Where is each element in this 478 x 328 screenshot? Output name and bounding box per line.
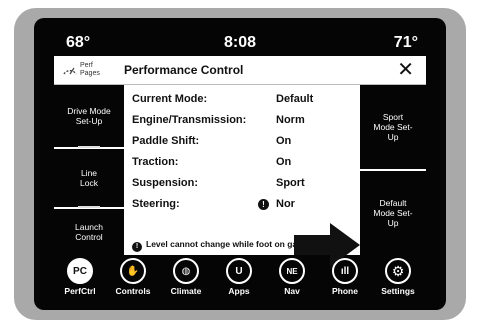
- nav-label: PerfCtrl: [64, 286, 96, 296]
- close-icon: ✕: [397, 59, 414, 81]
- sport-mode-setup-label: Sport Mode Set-Up: [373, 112, 413, 142]
- logo-line2: Pages: [80, 70, 100, 77]
- screen: 68° 8:08 71° Perf Pages Performance Cont…: [54, 28, 426, 300]
- clock: 8:08: [223, 34, 257, 51]
- nav-perfctrl[interactable]: PC PerfCtrl: [54, 258, 106, 296]
- drive-mode-setup-label: Drive Mode Set-Up: [67, 106, 111, 126]
- setting-value: Norm: [276, 114, 305, 126]
- display-frame: 68° 8:08 71° Perf Pages Performance Cont…: [14, 8, 466, 320]
- launch-control-button[interactable]: Launch Control: [54, 209, 124, 255]
- nav-label: Apps: [228, 286, 250, 296]
- warning-note-text: Level cannot change while foot on gas: [146, 239, 302, 249]
- button-indicator: [78, 146, 100, 148]
- nav-label: Nav: [284, 286, 300, 296]
- line-lock-button[interactable]: Line Lock: [54, 149, 124, 208]
- right-button-column: Sport Mode Set-Up Default Mode Set-Up: [360, 85, 426, 255]
- nav-climate[interactable]: ◍ Climate: [160, 258, 212, 296]
- page-title: Performance Control: [124, 63, 244, 77]
- setting-row-engine: Engine/Transmission: Norm: [132, 110, 360, 131]
- default-mode-setup-label: Default Mode Set-Up: [373, 198, 413, 228]
- setting-key: Steering:: [132, 198, 180, 210]
- gear-icon: ⚙: [385, 258, 411, 284]
- close-button[interactable]: ✕: [397, 58, 414, 82]
- warning-note: ! Level cannot change while foot on gas: [132, 239, 302, 252]
- setting-key: Traction:: [132, 156, 179, 168]
- temperature-right: 71°: [393, 34, 418, 51]
- warning-icon: !: [132, 242, 142, 252]
- display-bezel: 68° 8:08 71° Perf Pages Performance Cont…: [34, 18, 446, 310]
- phone-signal-icon: ıll: [332, 258, 358, 284]
- nav-settings[interactable]: ⚙ Settings: [372, 258, 424, 296]
- nav-apps[interactable]: U Apps: [213, 258, 265, 296]
- setting-value: Nor: [276, 198, 295, 210]
- bottom-nav: PC PerfCtrl ✋ Controls ◍ Climate U Apps …: [54, 258, 426, 300]
- setting-row-paddle-shift: Paddle Shift: On: [132, 131, 360, 152]
- setting-value: On: [276, 135, 292, 147]
- line-lock-label: Line Lock: [80, 168, 98, 188]
- default-mode-setup-button[interactable]: Default Mode Set-Up: [360, 171, 426, 255]
- nav-label: Controls: [115, 286, 151, 296]
- settings-list: Current Mode: Default Engine/Transmissio…: [132, 89, 360, 215]
- sport-mode-setup-button[interactable]: Sport Mode Set-Up: [360, 85, 426, 169]
- setting-key: Suspension:: [132, 177, 199, 189]
- button-indicator: [78, 206, 100, 208]
- setting-key: Engine/Transmission:: [132, 114, 247, 126]
- apps-icon: U: [226, 258, 252, 284]
- setting-key: Current Mode:: [132, 93, 208, 105]
- setting-row-steering: Steering: ! Nor: [132, 194, 360, 215]
- nav-label: Phone: [332, 286, 358, 296]
- left-button-column: Drive Mode Set-Up Line Lock Launch Contr…: [54, 85, 124, 255]
- logo-line1: Perf: [80, 62, 93, 69]
- launch-control-label: Launch Control: [75, 222, 103, 242]
- controls-icon: ✋: [120, 258, 146, 284]
- warning-icon: !: [258, 199, 269, 210]
- nav-label: Settings: [381, 286, 415, 296]
- status-bar: 68° 8:08 71°: [54, 28, 426, 56]
- setting-value: Sport: [276, 177, 305, 189]
- nav-controls[interactable]: ✋ Controls: [107, 258, 159, 296]
- perf-pages-logo: Perf Pages: [62, 59, 118, 81]
- nav-phone[interactable]: ıll Phone: [319, 258, 371, 296]
- setting-key: Paddle Shift:: [132, 135, 200, 147]
- gauge-icon: [63, 67, 77, 75]
- setting-row-current-mode: Current Mode: Default: [132, 89, 360, 110]
- nav-label: Climate: [170, 286, 202, 296]
- climate-icon: ◍: [173, 258, 199, 284]
- perf-control-icon: PC: [67, 258, 93, 284]
- nav-nav[interactable]: NE Nav: [266, 258, 318, 296]
- setting-value: Default: [276, 93, 314, 105]
- setting-row-suspension: Suspension: Sport: [132, 173, 360, 194]
- setting-row-traction: Traction: On: [132, 152, 360, 173]
- title-bar: Perf Pages Performance Control ✕: [54, 56, 426, 85]
- drive-mode-setup-button[interactable]: Drive Mode Set-Up: [54, 85, 124, 148]
- main-panel: Drive Mode Set-Up Line Lock Launch Contr…: [54, 85, 426, 267]
- setting-value: On: [276, 156, 292, 168]
- compass-icon: NE: [279, 258, 305, 284]
